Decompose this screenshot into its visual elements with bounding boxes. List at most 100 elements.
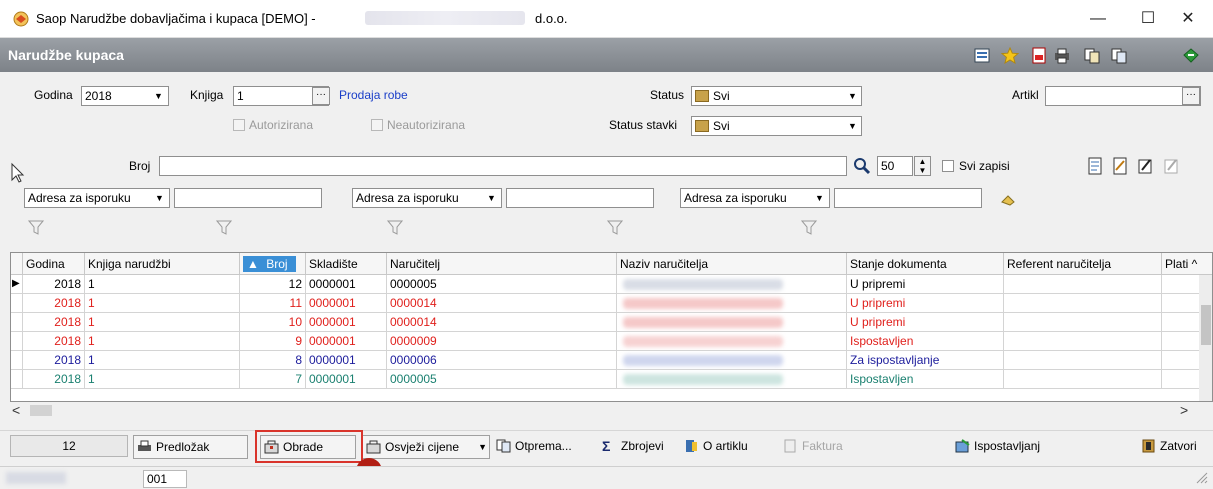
address-filter-3-dropdown-icon[interactable]: ▼ bbox=[811, 189, 828, 207]
ispostavljanj-button[interactable]: Ispostavljanj bbox=[952, 435, 1062, 459]
filter-icon[interactable] bbox=[216, 219, 232, 237]
address-filter-2-value[interactable] bbox=[506, 188, 654, 208]
cell-skladiste: 0000001 bbox=[306, 294, 387, 313]
address-filter-3-value[interactable] bbox=[834, 188, 982, 208]
cell-godina: 2018 bbox=[23, 275, 85, 294]
broj-search-input[interactable] bbox=[159, 156, 847, 176]
table-row[interactable]: 2018 1 9 0000001 0000009 Ispostavljen bbox=[11, 332, 1212, 351]
redacted-company-name bbox=[365, 11, 525, 25]
address-filter-2[interactable]: Adresa za isporuku bbox=[352, 188, 502, 208]
col-plati[interactable]: Plati ^ bbox=[1162, 253, 1212, 275]
grid-vertical-scrollbar[interactable] bbox=[1199, 275, 1212, 401]
osvjezi-dropdown-icon[interactable]: ▼ bbox=[478, 436, 487, 458]
filter-icon[interactable] bbox=[801, 219, 817, 237]
status-dropdown-icon[interactable]: ▼ bbox=[844, 87, 861, 105]
table-cell bbox=[1004, 351, 1162, 370]
col-godina[interactable]: Godina bbox=[23, 253, 85, 275]
col-skladiste[interactable]: Skladište bbox=[306, 253, 387, 275]
col-referent[interactable]: Referent naručitelja bbox=[1004, 253, 1162, 275]
otprema-button[interactable]: Otprema... bbox=[493, 435, 611, 459]
knjiga-lookup-button[interactable]: ··· bbox=[312, 87, 330, 105]
delete-document-icon[interactable] bbox=[1163, 157, 1179, 175]
status-stavki-dropdown-icon[interactable]: ▼ bbox=[844, 117, 861, 135]
osvjezi-cijene-button[interactable]: Osvježi cijene ▼ bbox=[362, 435, 490, 459]
limit-input[interactable]: 50 bbox=[877, 156, 913, 176]
record-count: 12 bbox=[10, 435, 128, 457]
scroll-right-arrow[interactable]: > bbox=[1180, 402, 1188, 418]
zbrojevi-button[interactable]: Σ Zbrojevi bbox=[599, 435, 677, 459]
copy-icon[interactable] bbox=[1083, 47, 1101, 64]
address-filter-1[interactable]: Adresa za isporuku bbox=[24, 188, 170, 208]
cell-stanje: U pripremi bbox=[847, 294, 1004, 313]
hscroll-thumb[interactable] bbox=[30, 405, 52, 416]
close-button[interactable]: ✕ bbox=[1163, 0, 1213, 38]
o-artiklu-button[interactable]: O artiklu bbox=[681, 435, 771, 459]
table-row[interactable]: 2018 1 10 0000001 0000014 U pripremi bbox=[11, 313, 1212, 332]
star-icon[interactable] bbox=[1001, 47, 1019, 64]
zatvori-button[interactable]: Zatvori bbox=[1138, 435, 1208, 459]
redacted-customer-name bbox=[617, 294, 847, 313]
address-filter-1-value[interactable] bbox=[174, 188, 322, 208]
address-filter-1-dropdown-icon[interactable]: ▼ bbox=[151, 189, 168, 207]
cell-broj: 8 bbox=[240, 351, 306, 370]
issue-icon bbox=[955, 439, 970, 453]
invoice-icon bbox=[784, 439, 796, 453]
status-select[interactable]: Svi bbox=[691, 86, 862, 106]
limit-spinner[interactable]: ▲ ▼ bbox=[914, 156, 931, 176]
address-filter-2-dropdown-icon[interactable]: ▼ bbox=[483, 189, 500, 207]
cell-knjiga: 1 bbox=[85, 313, 240, 332]
copy2-icon[interactable] bbox=[1110, 47, 1128, 64]
col-stanje[interactable]: Stanje dokumenta bbox=[847, 253, 1004, 275]
grid-horizontal-scrollbar[interactable]: < > bbox=[10, 402, 1195, 419]
scroll-left-arrow[interactable]: < bbox=[12, 402, 20, 418]
write-icon[interactable] bbox=[1137, 157, 1153, 175]
filter-icon[interactable] bbox=[28, 219, 44, 237]
cell-narucitelj: 0000009 bbox=[387, 332, 617, 351]
predlozak-button[interactable]: Predložak bbox=[133, 435, 248, 459]
table-row[interactable]: 2018 1 7 0000001 0000005 Ispostavljen bbox=[11, 370, 1212, 389]
table-row[interactable]: ▶ 2018 1 12 0000001 0000005 U pripremi bbox=[11, 275, 1212, 294]
autorizirana-checkbox[interactable] bbox=[233, 119, 245, 131]
printer-icon bbox=[138, 440, 151, 451]
neautorizirana-checkbox[interactable] bbox=[371, 119, 383, 131]
exit-icon[interactable] bbox=[1182, 47, 1200, 64]
col-knjiga[interactable]: Knjiga narudžbi bbox=[85, 253, 240, 275]
new-document-icon[interactable] bbox=[1087, 157, 1103, 175]
grid-scroll-thumb[interactable] bbox=[1201, 305, 1211, 345]
knjiga-label: Knjiga bbox=[190, 88, 224, 102]
cell-stanje: Za ispostavljanje bbox=[847, 351, 1004, 370]
search-icon[interactable] bbox=[853, 157, 871, 175]
redacted-customer-name bbox=[617, 351, 847, 370]
row-indicator bbox=[11, 294, 23, 313]
status-field: 001 bbox=[143, 470, 187, 488]
knjiga-name: Prodaja robe bbox=[339, 88, 408, 102]
cell-godina: 2018 bbox=[23, 370, 85, 389]
status-stavki-select[interactable]: Svi bbox=[691, 116, 862, 136]
cell-stanje: Ispostavljen bbox=[847, 332, 1004, 351]
filter-icon[interactable] bbox=[387, 219, 403, 237]
col-narucitelj[interactable]: Naručitelj bbox=[387, 253, 617, 275]
col-naziv[interactable]: Naziv naručitelja bbox=[617, 253, 847, 275]
row-indicator: ▶ bbox=[11, 275, 23, 294]
cursor-arrow-icon bbox=[11, 162, 25, 183]
eraser-icon[interactable] bbox=[1000, 194, 1018, 206]
godina-dropdown-icon[interactable]: ▼ bbox=[150, 87, 167, 105]
svi-zapisi-checkbox[interactable] bbox=[942, 160, 954, 172]
col-broj[interactable]: ▲ Broj bbox=[240, 253, 306, 275]
table-row[interactable]: 2018 1 8 0000001 0000006 Za ispostavljanje bbox=[11, 351, 1212, 370]
address-filter-3[interactable]: Adresa za isporuku bbox=[680, 188, 830, 208]
row-indicator bbox=[11, 351, 23, 370]
orders-grid[interactable]: Godina Knjiga narudžbi ▲ Broj Skladište … bbox=[10, 252, 1213, 402]
pdf-icon[interactable] bbox=[1030, 47, 1048, 64]
filter-icon[interactable] bbox=[607, 219, 623, 237]
faktura-button[interactable]: Faktura bbox=[780, 435, 855, 459]
edit-document-icon[interactable] bbox=[1112, 157, 1128, 175]
list-icon[interactable] bbox=[973, 47, 991, 64]
artikl-lookup-button[interactable]: ··· bbox=[1182, 87, 1200, 105]
artikl-input[interactable] bbox=[1045, 86, 1201, 106]
table-row[interactable]: 2018 1 11 0000001 0000014 U pripremi bbox=[11, 294, 1212, 313]
broj-label: Broj bbox=[129, 159, 151, 173]
print-icon[interactable] bbox=[1053, 47, 1071, 64]
resize-grip-icon[interactable] bbox=[1196, 472, 1208, 484]
minimize-button[interactable]: — bbox=[1073, 0, 1123, 38]
